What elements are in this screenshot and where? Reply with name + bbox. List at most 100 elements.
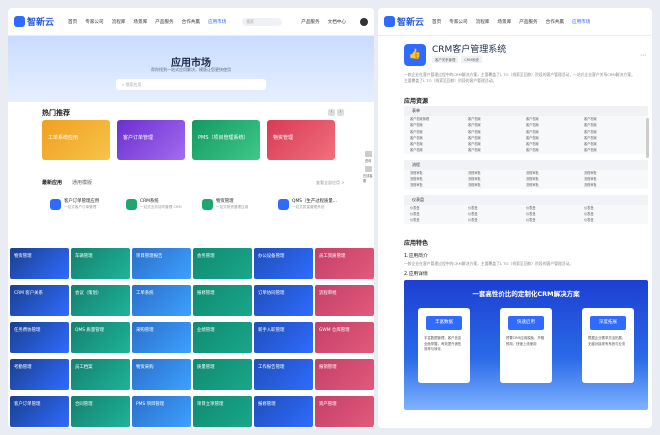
nav-search-input[interactable]: 搜索 — [242, 17, 283, 26]
nav-app-market[interactable]: 应用市场 — [208, 19, 226, 25]
template-tile[interactable]: PMS 项目管理 — [132, 396, 191, 427]
app-icon — [50, 199, 61, 210]
feature-card: 丰富数据 丰富数据管理，客户信息全面掌握，有效提升销售效率与转化 — [418, 308, 470, 383]
resource-item[interactable]: 客户档案 — [468, 147, 526, 153]
logo-icon — [14, 16, 25, 27]
chat-icon[interactable] — [364, 151, 372, 157]
avatar[interactable] — [360, 17, 368, 26]
template-tile[interactable]: 工单系统 — [132, 285, 191, 316]
scrollbar[interactable] — [646, 118, 649, 158]
panel-header[interactable]: 流程 — [404, 159, 648, 170]
featured-card[interactable]: 客户订单管理 — [117, 120, 185, 160]
resource-item[interactable]: 流程审批 — [584, 182, 642, 188]
template-tile[interactable]: 合同管理 — [71, 396, 130, 427]
template-tile[interactable]: 客户订单管理 — [10, 396, 69, 427]
feature-banner: 一套高性价比的定制化CRM解决方案 丰富数据 丰富数据管理，客户信息全面掌握，有效… — [404, 280, 648, 410]
panel-row: 客户档案 客户档案 客户档案 客户档案 — [404, 147, 648, 153]
template-tile[interactable]: 报销管理 — [315, 359, 374, 390]
resource-item[interactable]: 流程审批 — [468, 182, 526, 188]
nav-partners[interactable]: 合作共赢 — [546, 19, 564, 25]
resource-item[interactable]: 仪表盘 — [468, 217, 526, 223]
logo[interactable]: 智新云 — [384, 15, 424, 28]
nav-scenes[interactable]: 场景库 — [497, 19, 511, 25]
template-tile[interactable]: 新手入职管理 — [254, 322, 313, 353]
resource-panel: 表单 客户档案管理 客户档案 客户档案 客户档案 客户档案 客户档案 客户档案 客户档案 客户档案… — [404, 106, 648, 154]
template-tile[interactable]: CRM 客户关系 — [10, 285, 69, 316]
template-tile[interactable]: 业绩管理 — [193, 322, 252, 353]
resource-panel: 流程 流程审批 流程审批 流程审批 流程审批 流程审批 流程审批 流程审批 流程审批 流程审批 流程… — [404, 159, 648, 189]
template-tile[interactable]: 会议（策划） — [71, 285, 130, 316]
template-tile[interactable]: 物资管理 — [10, 248, 69, 279]
list-item[interactable]: QMS（生产过程质量... 一站式质量管理系统 — [278, 196, 348, 226]
resource-item[interactable]: 仪表盘 — [410, 217, 468, 223]
template-tile[interactable]: 流程审批 — [315, 285, 374, 316]
tab-templates[interactable]: 通用模版 — [72, 179, 92, 186]
app-description: 一款企业在客户管理过程中的CRM解决方案，主要覆盖了L TO（线索至回款）阶段的… — [404, 72, 635, 83]
resources-heading: 应用资源 — [404, 98, 429, 105]
nav-docs[interactable]: 文档中心 — [328, 19, 346, 25]
share-icon[interactable]: ⋯ — [640, 52, 646, 59]
featured-card[interactable]: 物资管理 — [267, 120, 335, 160]
template-tile[interactable]: 考勤管理 — [10, 359, 69, 390]
resource-item[interactable]: 仪表盘 — [584, 217, 642, 223]
view-all-link[interactable]: 查看全部应用 > — [316, 180, 345, 186]
nav-right-products[interactable]: 产品服务 — [301, 19, 319, 25]
resource-item[interactable]: 客户档案 — [526, 147, 584, 153]
list-item[interactable]: 物资管理 一站式物资管理应用 — [202, 196, 272, 226]
nav-home[interactable]: 首页 — [68, 19, 77, 25]
next-arrow-icon[interactable]: › — [337, 109, 344, 116]
app-icon — [278, 199, 289, 210]
resource-panel: 仪表盘 仪表盘 仪表盘 仪表盘 仪表盘 仪表盘 仪表盘 仪表盘 仪表盘 仪表盘 仪表盘 仪表盘 仪表盘 — [404, 194, 648, 224]
app-icon — [202, 199, 213, 210]
featured-card[interactable]: 工单系统应用 — [42, 120, 110, 160]
nav-experts[interactable]: 专家公司 — [449, 19, 467, 25]
template-tile[interactable]: 车辆管理 — [71, 248, 130, 279]
template-tile[interactable]: QMS 质量管理 — [71, 322, 130, 353]
resource-item[interactable]: 仪表盘 — [526, 217, 584, 223]
nav-app-market[interactable]: 应用市场 — [572, 19, 590, 25]
nav-products[interactable]: 产品服务 — [519, 19, 537, 25]
nav-process[interactable]: 流程库 — [476, 19, 490, 25]
resource-item[interactable]: 客户档案 — [584, 147, 642, 153]
page-subtitle: 帮你找到一站式应用解决，模版让您更快使用 — [151, 67, 231, 72]
nav-scenes[interactable]: 场景库 — [133, 19, 147, 25]
resource-item[interactable]: 流程审批 — [526, 182, 584, 188]
template-tile[interactable]: 订单协同管理 — [254, 285, 313, 316]
tab-latest[interactable]: 最新应用 — [42, 179, 62, 186]
template-tile[interactable]: 项目立项管理 — [193, 396, 252, 427]
nav-products[interactable]: 产品服务 — [155, 19, 173, 25]
app-search-input[interactable]: ⌕ 搜索应用 — [116, 79, 266, 90]
nav-partners[interactable]: 合作共赢 — [182, 19, 200, 25]
resource-item[interactable]: 客户档案 — [410, 147, 468, 153]
template-tile[interactable]: 员工档案 — [71, 359, 130, 390]
template-tile[interactable]: 报修管理 — [254, 396, 313, 427]
nav-process[interactable]: 流程库 — [112, 19, 126, 25]
template-tile[interactable]: 会务管理 — [193, 248, 252, 279]
list-item[interactable]: 客户订单管理应用 一站式客户订单管理 — [50, 196, 120, 226]
template-tile[interactable]: 项目管理报告 — [132, 248, 191, 279]
service-icon[interactable] — [364, 166, 372, 172]
template-tile[interactable]: 报修管理 — [193, 285, 252, 316]
template-tile[interactable]: 采购管理 — [132, 322, 191, 353]
feature-card: 快速启用 预置CRM应用模板，开箱即用，快速上线使用 — [500, 308, 552, 383]
panel-header[interactable]: 表单 — [404, 106, 648, 116]
nav-experts[interactable]: 专家公司 — [85, 19, 103, 25]
featured-heading: 热门推荐 — [42, 109, 70, 117]
template-tile[interactable]: 物资采购 — [132, 359, 191, 390]
template-tile[interactable]: 办公设备管理 — [254, 248, 313, 279]
resource-item[interactable]: 流程审批 — [410, 182, 468, 188]
nav-home[interactable]: 首页 — [432, 19, 441, 25]
template-tile[interactable]: 工作报告管理 — [254, 359, 313, 390]
template-tile[interactable]: GWM 仓库管理 — [315, 322, 374, 353]
app-icon — [126, 199, 137, 210]
logo[interactable]: 智新云 — [14, 15, 54, 28]
intro-heading: 1.应用简介 — [404, 254, 428, 259]
panel-header[interactable]: 仪表盘 — [404, 194, 648, 205]
prev-arrow-icon[interactable]: ‹ — [328, 109, 335, 116]
template-tile[interactable]: 资产管理 — [315, 396, 374, 427]
template-tile[interactable]: 任务费协管理 — [10, 322, 69, 353]
template-tile[interactable]: 质量管理 — [193, 359, 252, 390]
featured-card[interactable]: PMS（项目管理系统） — [192, 120, 260, 160]
template-tile[interactable]: 员工资质管理 — [315, 248, 374, 279]
list-item[interactable]: CRM系统 一站式业务协同管理 CRM — [126, 196, 196, 226]
